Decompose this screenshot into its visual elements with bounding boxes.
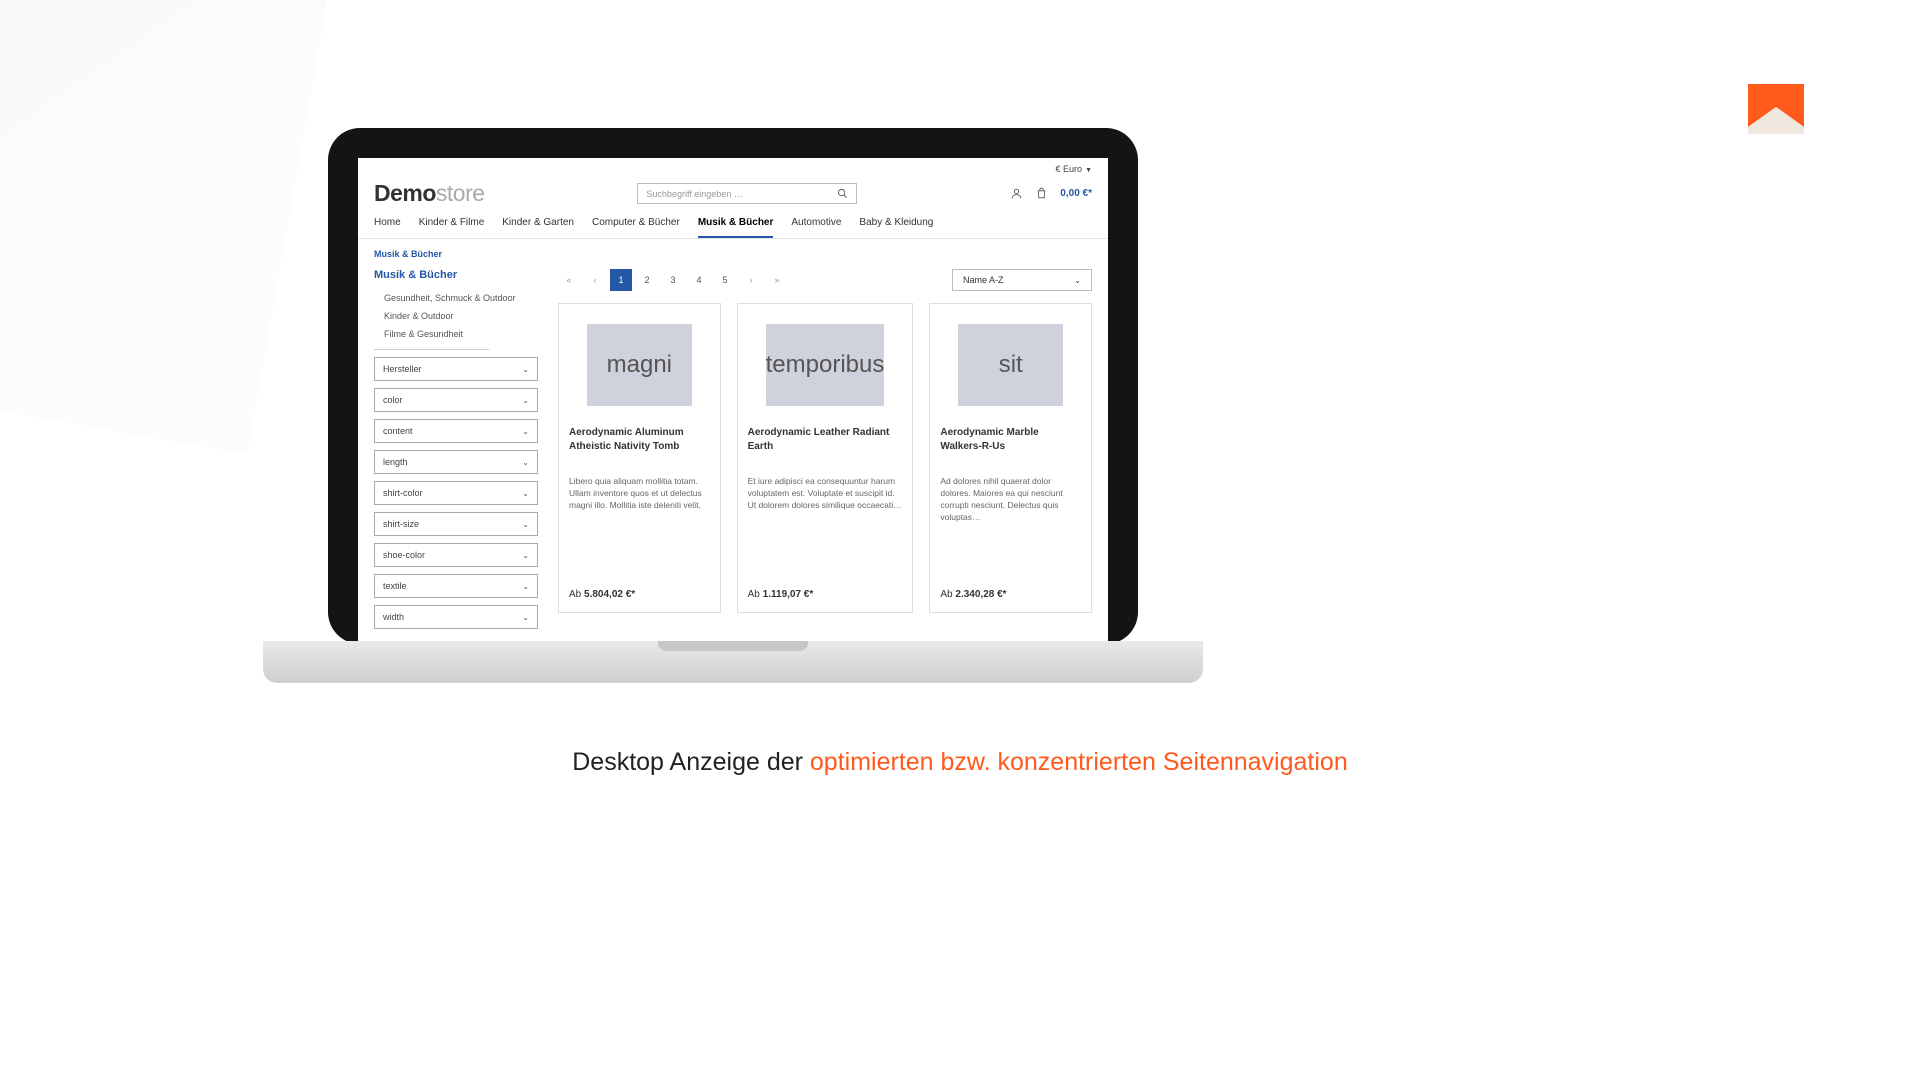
product-name: Aerodynamic Aluminum Atheistic Nativity … (569, 426, 710, 454)
main-nav: Home Kinder & Filme Kinder & Garten Compute… (358, 211, 1108, 238)
filter-content[interactable]: content⌄ (374, 419, 538, 443)
sidebar-subcategory[interactable]: Filme & Gesundheit (374, 325, 538, 343)
nav-item[interactable]: Kinder & Garten (502, 217, 574, 238)
chevron-down-icon: ⌄ (522, 458, 529, 467)
chevron-down-icon: ⌄ (522, 396, 529, 405)
filter-shoe-color[interactable]: shoe-color⌄ (374, 543, 538, 567)
sidebar: Musik & Bücher Gesundheit, Schmuck & Out… (374, 269, 538, 629)
laptop-mockup: € Euro▼ Demostore Suchbegriff eingeben …… (328, 128, 1138, 683)
nav-item[interactable]: Baby & Kleidung (859, 217, 933, 238)
page-2[interactable]: 2 (636, 269, 658, 291)
cart-total[interactable]: 0,00 €* (1060, 188, 1092, 199)
sidebar-category-title[interactable]: Musik & Bücher (374, 269, 538, 281)
chevron-down-icon: ⌄ (522, 520, 529, 529)
search-icon (837, 188, 848, 199)
filter-length[interactable]: length⌄ (374, 450, 538, 474)
product-card[interactable]: magni Aerodynamic Aluminum Atheistic Nati… (558, 303, 721, 613)
chevron-down-icon: ⌄ (522, 365, 529, 374)
filter-hersteller[interactable]: Hersteller⌄ (374, 357, 538, 381)
nav-item[interactable]: Musik & Bücher (698, 217, 774, 238)
nav-item[interactable]: Kinder & Filme (419, 217, 485, 238)
sidebar-subcategory[interactable]: Gesundheit, Schmuck & Outdoor (374, 289, 538, 307)
product-image-placeholder: temporibus (766, 324, 885, 406)
chevron-down-icon: ▼ (1082, 167, 1092, 174)
page-3[interactable]: 3 (662, 269, 684, 291)
search-input[interactable]: Suchbegriff eingeben … (637, 183, 857, 204)
pagination: « ‹ 12345›» (558, 269, 788, 291)
sort-select[interactable]: Name A-Z ⌄ (952, 269, 1092, 291)
background-shape (0, 0, 344, 454)
cart-icon[interactable] (1035, 187, 1048, 200)
breadcrumb[interactable]: Musik & Bücher (358, 239, 1108, 269)
chevron-down-icon: ⌄ (522, 613, 529, 622)
product-price: Ab 5.804,02 €* (569, 589, 710, 600)
product-price: Ab 1.119,07 €* (748, 589, 903, 600)
page-first[interactable]: « (558, 269, 580, 291)
currency-switcher[interactable]: € Euro▼ (358, 158, 1108, 176)
product-card[interactable]: temporibus Aerodynamic Leather Radiant Ea… (737, 303, 914, 613)
page-4[interactable]: 4 (688, 269, 710, 291)
filter-shirt-size[interactable]: shirt-size⌄ (374, 512, 538, 536)
page-last[interactable]: » (766, 269, 788, 291)
product-name: Aerodynamic Leather Radiant Earth (748, 426, 903, 454)
filter-shirt-color[interactable]: shirt-color⌄ (374, 481, 538, 505)
page-prev[interactable]: ‹ (584, 269, 606, 291)
page-next[interactable]: › (740, 269, 762, 291)
brand-logo-icon (1744, 82, 1808, 142)
laptop-base (263, 641, 1203, 683)
nav-item[interactable]: Home (374, 217, 401, 238)
screen-content: € Euro▼ Demostore Suchbegriff eingeben …… (358, 158, 1108, 644)
chevron-down-icon: ⌄ (522, 427, 529, 436)
store-logo[interactable]: Demostore (374, 180, 485, 207)
caption: Desktop Anzeige der optimierten bzw. kon… (0, 748, 1920, 777)
product-image-placeholder: magni (587, 324, 692, 406)
filter-textile[interactable]: textile⌄ (374, 574, 538, 598)
chevron-down-icon: ⌄ (1074, 276, 1081, 285)
chevron-down-icon: ⌄ (522, 551, 529, 560)
product-description: Ad dolores nihil quaerat dolor dolores. … (940, 476, 1081, 579)
filter-width[interactable]: width⌄ (374, 605, 538, 629)
search-placeholder: Suchbegriff eingeben … (646, 189, 742, 199)
account-icon[interactable] (1010, 187, 1023, 200)
chevron-down-icon: ⌄ (522, 582, 529, 591)
nav-item[interactable]: Automotive (791, 217, 841, 238)
filter-color[interactable]: color⌄ (374, 388, 538, 412)
sidebar-subcategory[interactable]: Kinder & Outdoor (374, 307, 538, 325)
product-description: Et iure adipisci ea consequuntur harum v… (748, 476, 903, 579)
product-price: Ab 2.340,28 €* (940, 589, 1081, 600)
chevron-down-icon: ⌄ (522, 489, 529, 498)
product-description: Libero quia aliquam mollitia totam. Ulla… (569, 476, 710, 579)
product-image-placeholder: sit (958, 324, 1063, 406)
nav-item[interactable]: Computer & Bücher (592, 217, 680, 238)
sidebar-divider (374, 349, 489, 350)
product-name: Aerodynamic Marble Walkers-R-Us (940, 426, 1081, 454)
product-card[interactable]: sit Aerodynamic Marble Walkers-R-Us Ad dol… (929, 303, 1092, 613)
page-1[interactable]: 1 (610, 269, 632, 291)
page-5[interactable]: 5 (714, 269, 736, 291)
